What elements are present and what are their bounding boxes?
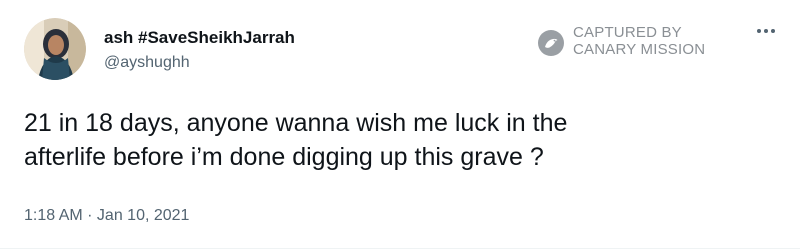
more-horizontal-icon (757, 29, 775, 33)
more-options-button[interactable] (753, 22, 779, 40)
tweet-text-line-2: afterlife before i’m done digging up thi… (24, 143, 544, 171)
display-name[interactable]: ash #SaveSheikhJarrah (104, 28, 295, 48)
avatar[interactable] (24, 18, 86, 80)
watermark-line-2: CANARY MISSION (573, 41, 706, 58)
tweet-timestamp[interactable]: 1:18 AM · Jan 10, 2021 (24, 207, 189, 225)
tweet-text-line-1: 21 in 18 days, anyone wanna wish me luck… (24, 109, 568, 137)
watermark-line-1: CAPTURED BY (573, 24, 682, 41)
tweet-text: 21 in 18 days, anyone wanna wish me luck… (24, 106, 764, 174)
watermark-text: CAPTURED BY CANARY MISSION (573, 24, 705, 58)
tweet-card: ash #SaveSheikhJarrah @ayshughh CAPTURED… (0, 0, 800, 249)
captured-by-watermark: CAPTURED BY CANARY MISSION (537, 24, 737, 60)
canary-bird-icon (538, 30, 564, 56)
user-handle[interactable]: @ayshughh (104, 54, 190, 72)
avatar-photo (24, 18, 86, 80)
